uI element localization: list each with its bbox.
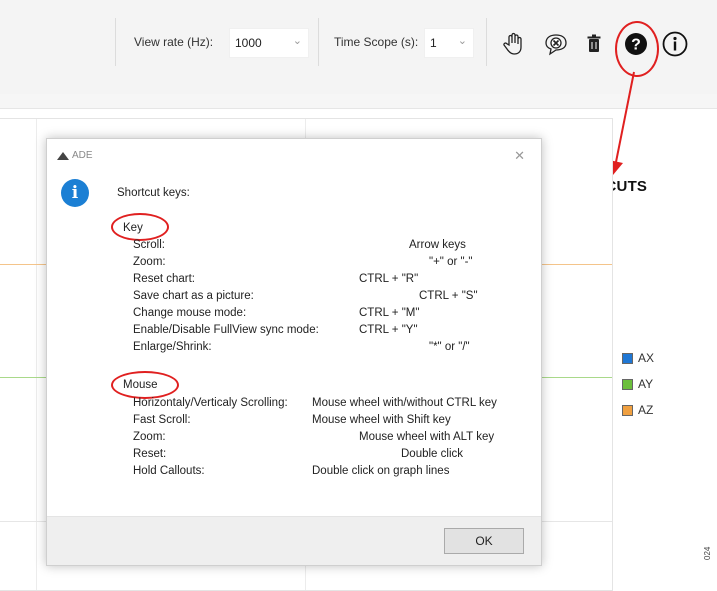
legend-item-ax[interactable]: AX (622, 351, 654, 365)
legend-label: AY (638, 377, 654, 391)
info-button[interactable] (659, 28, 691, 60)
shortcut-action: Horizontaly/Verticaly Scrolling: (133, 397, 288, 409)
shortcut-keys: Arrow keys (409, 239, 466, 251)
shortcut-action: Save chart as a picture: (133, 290, 254, 302)
clear-callouts-icon (545, 34, 567, 56)
dialog-footer: OK (47, 516, 541, 565)
legend-swatch (622, 352, 633, 364)
legend-swatch (622, 378, 633, 390)
shortcut-keys: CTRL + "M" (359, 307, 420, 319)
legend-label: AZ (638, 403, 654, 417)
shortcut-action: Zoom: (133, 431, 166, 443)
shortcut-keys: Double click on graph lines (312, 465, 450, 477)
shortcut-action: Reset: (133, 448, 167, 460)
shortcut-keys: CTRL + "R" (359, 273, 419, 285)
shortcut-action: Enable/Disable FullView sync mode: (133, 324, 319, 336)
dialog-title-bar: ADE (57, 150, 93, 161)
key-highlight-oval (111, 213, 169, 241)
shortcut-action: Fast Scroll: (133, 414, 191, 426)
view-rate-label: View rate (Hz): (134, 35, 214, 49)
figure-code: 024 (703, 546, 712, 560)
info-icon: i (61, 179, 89, 207)
view-rate-select[interactable]: 1000 ⌄ (229, 28, 309, 58)
shortcut-keys: CTRL + "S" (419, 290, 478, 302)
shortcut-action: Zoom: (133, 256, 166, 268)
dialog-title: ADE (72, 150, 93, 161)
legend-swatch (622, 404, 633, 416)
shortcut-keys: Mouse wheel with/without CTRL key (312, 397, 497, 409)
shortcut-keys: CTRL + "Y" (359, 324, 418, 336)
info-icon (662, 31, 688, 57)
shortcut-action: Enlarge/Shrink: (133, 341, 212, 353)
ok-button[interactable]: OK (444, 528, 524, 554)
legend-label: AX (638, 351, 655, 365)
help-highlight-oval (615, 21, 659, 77)
time-scope-select[interactable]: 1 ⌄ (424, 28, 474, 58)
shortcut-action: Scroll: (133, 239, 165, 251)
hand-icon (503, 32, 522, 55)
chevron-down-icon: ⌄ (457, 35, 467, 47)
shortcut-keys: Mouse wheel with ALT key (359, 431, 495, 443)
shortcut-keys-dialog: ADE ✕ i Shortcut keys: Key Scroll: Arrow… (46, 138, 542, 566)
shortcut-keys: Mouse wheel with Shift key (312, 414, 451, 426)
hand-tool-button[interactable] (498, 28, 530, 60)
toolbar-divider (318, 18, 319, 66)
toolbar-divider (115, 18, 116, 66)
legend-item-ay[interactable]: AY (622, 377, 653, 391)
delete-button[interactable] (578, 28, 610, 60)
view-rate-value: 1000 (235, 36, 262, 50)
time-scope-value: 1 (430, 36, 437, 50)
shortcut-action: Reset chart: (133, 273, 195, 285)
clear-callouts-button[interactable] (540, 28, 572, 60)
legend-item-az[interactable]: AZ (622, 403, 653, 417)
trash-icon (587, 34, 601, 52)
grid-line (36, 119, 37, 590)
mouse-highlight-oval (111, 371, 179, 399)
shortcut-action: Hold Callouts: (133, 465, 205, 477)
shortcut-keys: Double click (401, 448, 463, 460)
time-scope-label: Time Scope (s): (334, 35, 419, 49)
shortcut-action: Change mouse mode: (133, 307, 247, 319)
toolbar-divider (486, 18, 487, 66)
close-icon[interactable]: ✕ (514, 148, 525, 164)
dialog-heading: Shortcut keys: (117, 187, 190, 199)
ade-logo-icon (57, 151, 69, 160)
shortcut-keys: "*" or "/" (429, 341, 470, 353)
chevron-down-icon: ⌄ (292, 35, 302, 47)
shortcut-keys: "+" or "-" (429, 256, 473, 268)
